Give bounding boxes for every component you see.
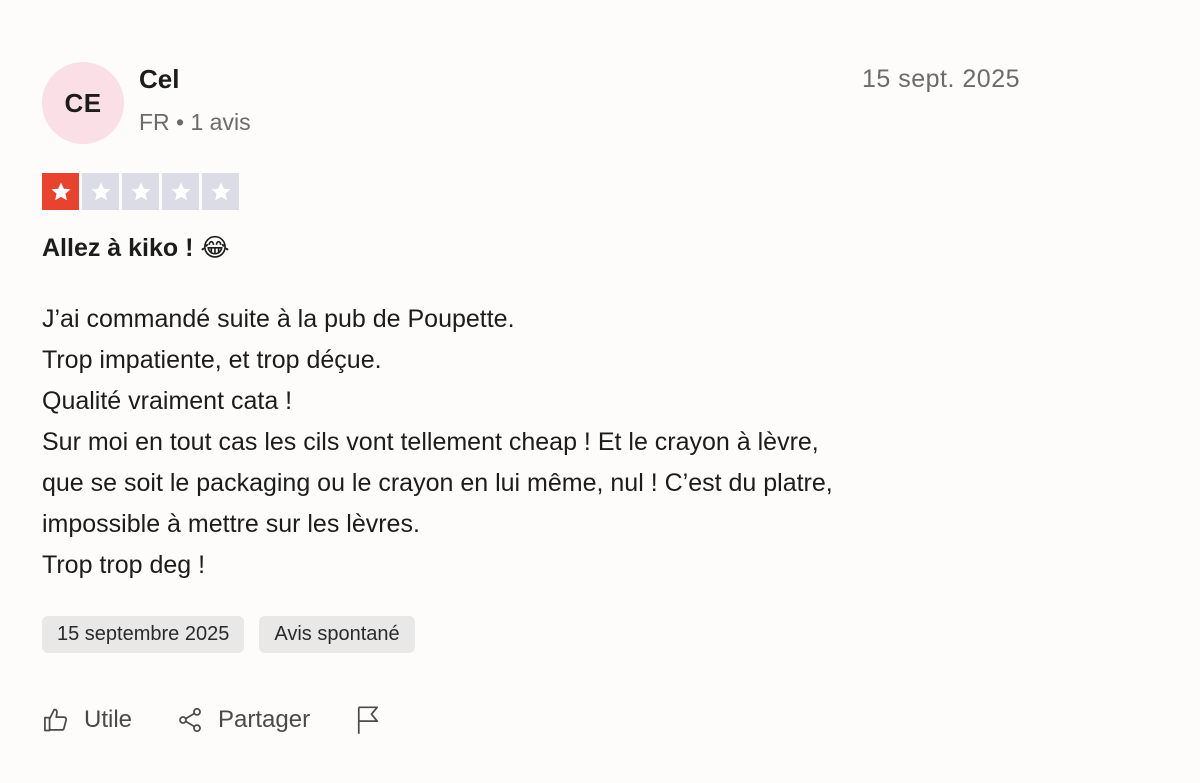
review-body-line: que se soit le packaging ou le crayon en… (42, 469, 833, 497)
review-date: 15 sept. 2025 (861, 65, 1020, 93)
star-filled-icon (42, 173, 79, 210)
review-card: CE Cel FR • 1 avis 15 sept. 2025 Allez à… (0, 0, 1200, 783)
review-actions: Utile Partager (42, 705, 426, 735)
share-label: Partager (218, 706, 311, 733)
review-date-tag: 15 septembre 2025 (42, 616, 245, 653)
review-body-line: impossible à mettre sur les lèvres. (42, 510, 420, 538)
useful-label: Utile (84, 706, 133, 733)
reviewer-name[interactable]: Cel (139, 64, 179, 95)
review-body-line: J’ai commandé suite à la pub de Poupette… (42, 305, 515, 333)
star-empty-icon (122, 173, 159, 210)
avatar-initials: CE (64, 87, 102, 118)
flag-icon (354, 705, 382, 735)
star-empty-icon (162, 173, 199, 210)
review-tags: 15 septembre 2025 Avis spontané (42, 616, 415, 653)
report-button[interactable] (354, 705, 382, 735)
star-rating (42, 173, 239, 210)
review-body-line: Trop trop deg ! (42, 551, 206, 579)
review-title: Allez à kiko ! 😂 (42, 234, 230, 262)
review-body: J’ai commandé suite à la pub de Poupette… (42, 299, 1042, 586)
thumbs-up-icon (42, 706, 70, 734)
review-body-line: Qualité vraiment cata ! (42, 387, 293, 415)
share-icon (176, 706, 204, 734)
review-body-line: Sur moi en tout cas les cils vont tellem… (42, 428, 819, 456)
star-empty-icon (82, 173, 119, 210)
star-empty-icon (202, 173, 239, 210)
review-type-tag: Avis spontané (259, 616, 415, 653)
avatar[interactable]: CE (42, 62, 124, 144)
share-button[interactable]: Partager (176, 706, 310, 734)
useful-button[interactable]: Utile (42, 706, 132, 734)
review-body-line: Trop impatiente, et trop déçue. (42, 346, 382, 374)
reviewer-meta: FR • 1 avis (139, 109, 251, 135)
